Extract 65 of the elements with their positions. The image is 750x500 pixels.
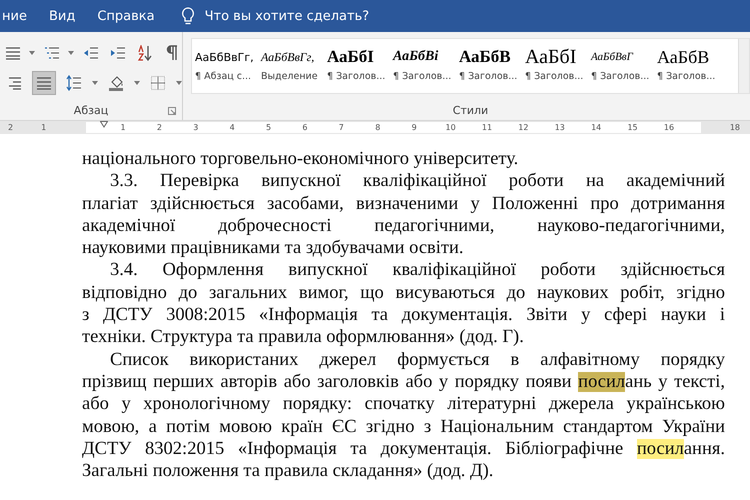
ruler-number: 2 [156, 123, 163, 132]
style-preview[interactable]: АаБбІ [525, 43, 576, 71]
ruler-number: 10 [446, 123, 456, 132]
ruler-number: 1 [119, 123, 127, 132]
lightbulb-icon [180, 7, 195, 25]
ruler-number: 13 [554, 123, 565, 132]
tell-me-search[interactable]: Что вы хотите сделать? [204, 8, 370, 24]
ruler-number: 6 [301, 123, 308, 132]
ruler-number: 12 [518, 123, 528, 132]
group-label: Стили [452, 104, 488, 116]
ruler-number: 3 [192, 123, 200, 132]
menu-tab[interactable]: Справка [97, 8, 155, 24]
style-preview[interactable]: АаБбВвГ [591, 43, 633, 71]
body-text-line: академічної доброчесності педагогічними, науково-педагогічними, [82, 214, 725, 238]
body-text-line: науковими працівниками та здобувачами освіти. [82, 237, 465, 260]
menu-tab[interactable]: ние [2, 8, 27, 24]
justify-icon[interactable] [32, 71, 56, 95]
style-name[interactable]: ¶ Заголов... [459, 71, 518, 82]
body-text-line: мовою, а потім мовою країн ЄС згідно з Національним стандартом України [82, 416, 725, 438]
style-name[interactable]: ¶ Заголов... [393, 71, 452, 82]
ruler-number: 18 [730, 123, 740, 132]
style-preview[interactable]: АаБбІ [327, 43, 374, 71]
style-preview[interactable]: АаБбВ [657, 43, 710, 71]
ruler-number: 2 [8, 123, 14, 132]
body-text-line: прізвищ перших авторів або заголовків або у порядку появи посилань у тексті, [82, 370, 725, 394]
body-text-line: плагіат здійснюється засобами, визначеними у Положенні про дотримання [82, 192, 725, 215]
ruler-number: 15 [627, 123, 638, 132]
gallery-scrollbar[interactable] [738, 39, 749, 93]
style-preview[interactable]: АаБбВі [393, 43, 438, 71]
body-text-line: 3.3. Перевірка випускної кваліфікаційної роботи на академічний [109, 170, 725, 193]
body-text-line: 3.4. Оформлення випускної кваліфікаційної роботи здійснюється [109, 259, 725, 282]
ruler-number: 1 [41, 123, 46, 132]
caret-icon[interactable] [92, 81, 98, 85]
style-preview[interactable]: АаБбВвГг, [195, 43, 254, 71]
style-name[interactable]: ¶ Заголов... [327, 71, 386, 82]
style-preview[interactable]: АаБбВвГг, [261, 43, 314, 71]
ruler-number: 5 [265, 123, 272, 132]
style-name[interactable]: ¶ Заголов... [591, 71, 650, 82]
ruler-number: 9 [410, 123, 418, 132]
body-text-line: відповідно до загальних вимог, що висуваються до наукових робіт, згідно [82, 282, 725, 304]
caret-icon[interactable] [29, 51, 35, 55]
body-text-line: Загальні положення та правила складання» (дод. Д). [82, 460, 494, 482]
body-text-line: ДСТУ 8302:2015 «Інформація та документація. Бібліографічне посилання. [82, 438, 725, 460]
dialog-launcher-icon[interactable] [168, 107, 176, 115]
caret-icon[interactable] [134, 81, 140, 85]
body-text-line: з ДСТУ 3008:2015 «Інформація та документація. Звіти у сфері науки і [82, 304, 725, 326]
style-preview[interactable]: АаБбВ [459, 43, 511, 71]
group-label: Абзац [74, 104, 108, 116]
caret-icon[interactable] [68, 51, 74, 55]
style-name[interactable]: ¶ Заголов... [657, 71, 716, 82]
ruler-number: 14 [591, 123, 602, 132]
style-name[interactable]: ¶ Абзац с... [195, 71, 252, 82]
menu-tab[interactable]: Вид [48, 8, 76, 24]
ruler-number: 7 [338, 123, 345, 132]
ruler-number: 16 [664, 123, 674, 132]
style-name[interactable]: Выделение [261, 71, 318, 82]
body-text-line: Список використаних джерел формується в алфавітному порядку [109, 348, 725, 371]
caret-icon[interactable] [176, 81, 182, 85]
ruler-number: 4 [228, 123, 236, 132]
body-text-line: техніки. Структура та правила оформлювання» (дод. Г). [82, 326, 525, 349]
ruler-number: 11 [482, 123, 492, 132]
body-text-line: національного торговельно-економічного університету. [82, 148, 520, 170]
ruler-number: 8 [374, 123, 382, 132]
body-text-line: або у хронологічному порядку: спочатку літературні джерела українською [82, 393, 725, 416]
style-name[interactable]: ¶ Заголов... [525, 71, 584, 82]
